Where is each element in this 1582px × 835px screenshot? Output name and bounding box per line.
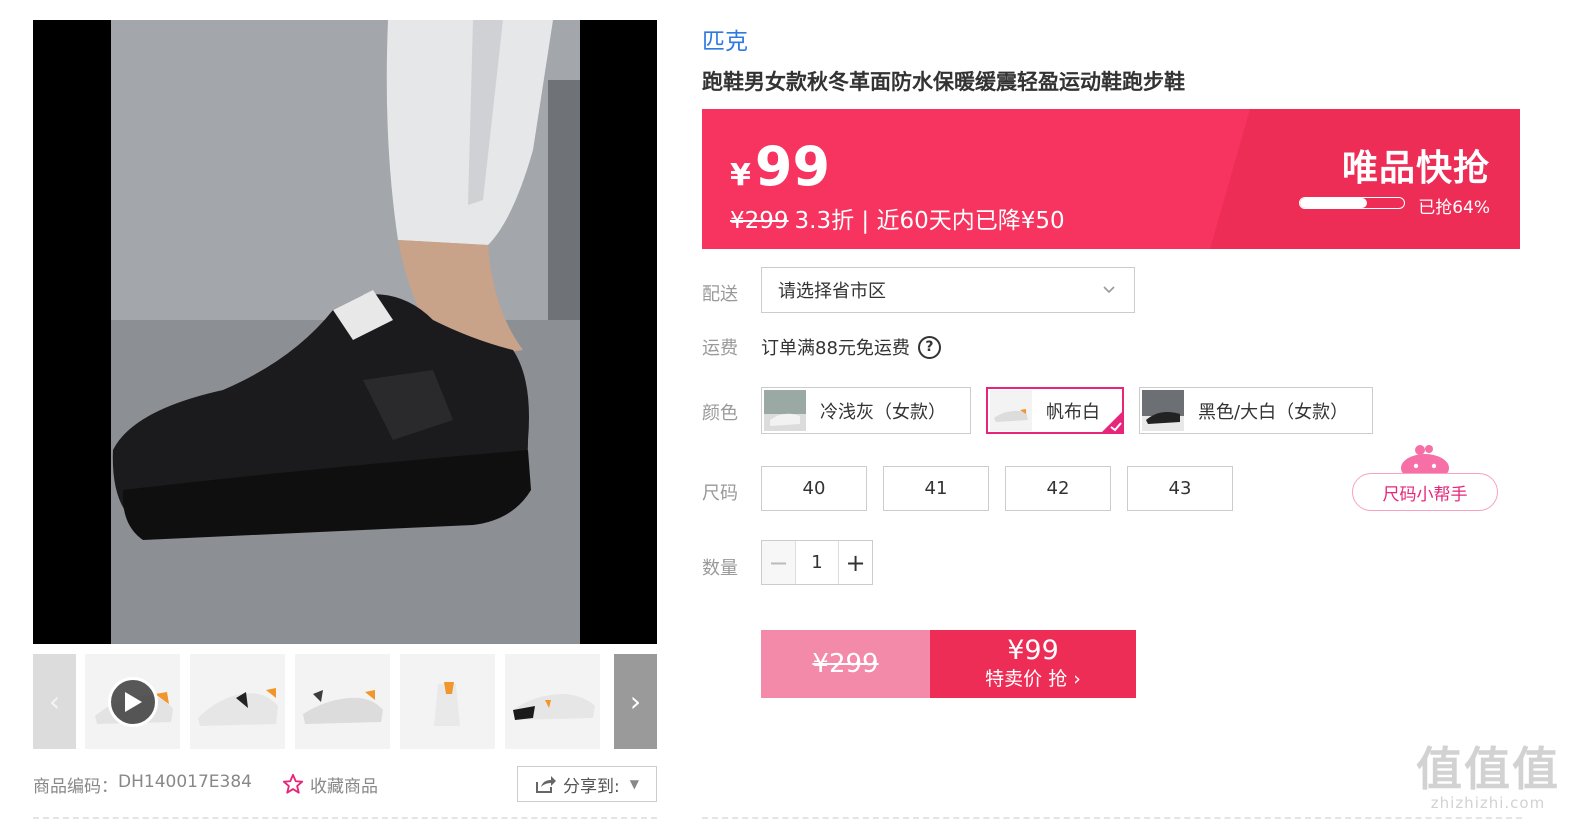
color-swatch-white	[990, 390, 1032, 431]
size-helper-button[interactable]: 尺码小帮手	[1352, 444, 1498, 512]
chevron-right-icon: ›	[629, 685, 642, 718]
item-code-label: 商品编码：	[33, 776, 118, 797]
size-option-42[interactable]: 42	[1005, 466, 1111, 511]
check-icon	[1101, 411, 1123, 433]
region-select-placeholder: 请选择省市区	[778, 281, 886, 302]
quantity-decrease-button[interactable]: −	[762, 541, 795, 584]
color-label: 颜色	[702, 403, 738, 424]
sold-progress-text: 已抢64%	[1418, 198, 1490, 218]
price-panel: ¥ 99 ¥299 3.3折 | 近60天内已降¥50 唯品快抢 已抢64%	[702, 109, 1520, 249]
freight-label: 运费	[702, 338, 738, 359]
caret-down-icon: ▼	[629, 777, 639, 791]
buy-original-price: ¥299	[761, 630, 930, 698]
buy-main[interactable]: ¥99 特卖价 抢 ›	[930, 630, 1136, 698]
color-swatch-black	[1142, 390, 1184, 431]
share-label: 分享到:	[563, 776, 620, 797]
question-icon[interactable]: ?	[917, 335, 941, 359]
thumb-image-2[interactable]	[190, 654, 285, 749]
thumb-video[interactable]	[85, 654, 180, 749]
thumb-image-3[interactable]	[295, 654, 390, 749]
discount-info: 3.3折 | 近60天内已降¥50	[794, 208, 1065, 234]
color-option-label: 冷浅灰（女款）	[820, 401, 946, 423]
quantity-increase-button[interactable]: +	[839, 541, 872, 584]
thumbnail-strip: ‹ ›	[33, 654, 657, 749]
price-subline: ¥299 3.3折 | 近60天内已降¥50	[730, 201, 1065, 235]
thumb-prev-button[interactable]: ‹	[33, 654, 76, 749]
quantity-label: 数量	[702, 558, 738, 579]
color-option-white[interactable]: 帆布白	[986, 387, 1124, 434]
size-helper-label: 尺码小帮手	[1352, 473, 1498, 511]
chevron-left-icon: ‹	[48, 685, 61, 718]
currency-symbol: ¥	[730, 158, 751, 193]
color-option-label: 黑色/大白（女款）	[1198, 401, 1349, 423]
thumb-image-4[interactable]	[400, 654, 495, 749]
favorite-button[interactable]: 收藏商品	[282, 772, 378, 797]
share-icon	[536, 776, 557, 793]
favorite-label: 收藏商品	[309, 776, 378, 797]
freight-text: 订单满88元免运费	[761, 338, 910, 359]
share-button[interactable]: 分享到: ▼	[517, 766, 657, 802]
play-icon[interactable]	[108, 677, 158, 727]
chevron-down-icon	[1103, 286, 1115, 294]
buy-button[interactable]: ¥299 ¥99 特卖价 抢 ›	[761, 630, 1136, 698]
delivery-label: 配送	[702, 284, 738, 305]
star-icon	[282, 773, 304, 794]
original-price: ¥299	[730, 208, 789, 234]
color-swatch-gray	[764, 390, 806, 431]
watermark-domain: zhizhizhi.com	[1430, 794, 1546, 812]
region-select[interactable]: 请选择省市区	[761, 267, 1135, 313]
buy-price: ¥99	[1007, 635, 1059, 666]
main-product-image[interactable]	[33, 20, 657, 644]
current-price: ¥ 99	[730, 135, 830, 198]
size-label: 尺码	[702, 483, 738, 504]
size-option-41[interactable]: 41	[883, 466, 989, 511]
flash-sale-title: 唯品快抢	[1341, 148, 1490, 189]
divider-right	[702, 817, 1522, 819]
divider-left	[33, 817, 657, 819]
freight-info: 订单满88元免运费 ?	[761, 334, 941, 360]
item-code-value: DH140017E384	[118, 771, 252, 792]
site-watermark: 值值值 zhizhizhi.com	[1416, 744, 1560, 812]
item-meta-bar: 商品编码： DH140017E384 收藏商品 分享到: ▼	[33, 766, 657, 802]
brand-link[interactable]: 匹克	[702, 22, 748, 56]
thumb-next-button[interactable]: ›	[614, 654, 657, 749]
price-value: 99	[754, 135, 831, 198]
color-option-gray[interactable]: 冷浅灰（女款）	[761, 387, 971, 434]
quantity-input[interactable]: 1	[795, 541, 839, 584]
item-code: 商品编码： DH140017E384	[33, 772, 252, 797]
buy-cta-label: 特卖价 抢 ›	[985, 668, 1081, 690]
sold-progress-fill	[1300, 198, 1367, 208]
thumb-image-5[interactable]	[505, 654, 600, 749]
color-option-black[interactable]: 黑色/大白（女款）	[1139, 387, 1373, 434]
quantity-stepper: − 1 +	[761, 540, 873, 585]
color-option-label: 帆布白	[1046, 401, 1100, 423]
watermark-logo: 值值值	[1416, 742, 1560, 796]
product-title: 跑鞋男女款秋冬革面防水保暖缓震轻盈运动鞋跑步鞋	[702, 70, 1185, 94]
size-option-40[interactable]: 40	[761, 466, 867, 511]
size-option-43[interactable]: 43	[1127, 466, 1233, 511]
sold-progress-bar	[1299, 197, 1405, 209]
